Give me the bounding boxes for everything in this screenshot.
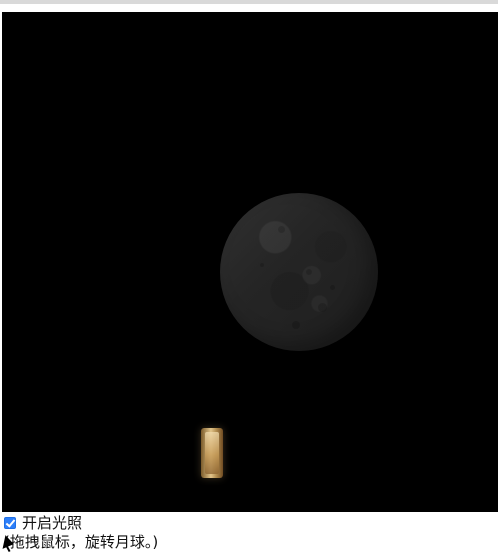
- moon-crater: [318, 303, 327, 312]
- top-strip: [0, 0, 498, 4]
- drag-hint: (拖拽鼠标，旋转月球。): [4, 533, 159, 551]
- control-panel: 开启光照 (拖拽鼠标，旋转月球。): [2, 514, 494, 553]
- moon-crater: [260, 263, 264, 267]
- moon-crater: [278, 226, 285, 233]
- moon-viewport[interactable]: [2, 12, 498, 512]
- moon-sphere-icon[interactable]: [220, 193, 378, 351]
- moon-model[interactable]: [199, 192, 379, 478]
- moon-crater: [330, 285, 335, 290]
- lunar-panel-icon: [201, 428, 223, 478]
- lighting-toggle[interactable]: 开启光照: [4, 514, 82, 532]
- lighting-label: 开启光照: [22, 514, 83, 532]
- lunar-panel-face: [205, 432, 219, 474]
- checkbox-icon[interactable]: [4, 517, 16, 529]
- moon-crater: [306, 269, 312, 275]
- moon-crater: [292, 321, 300, 329]
